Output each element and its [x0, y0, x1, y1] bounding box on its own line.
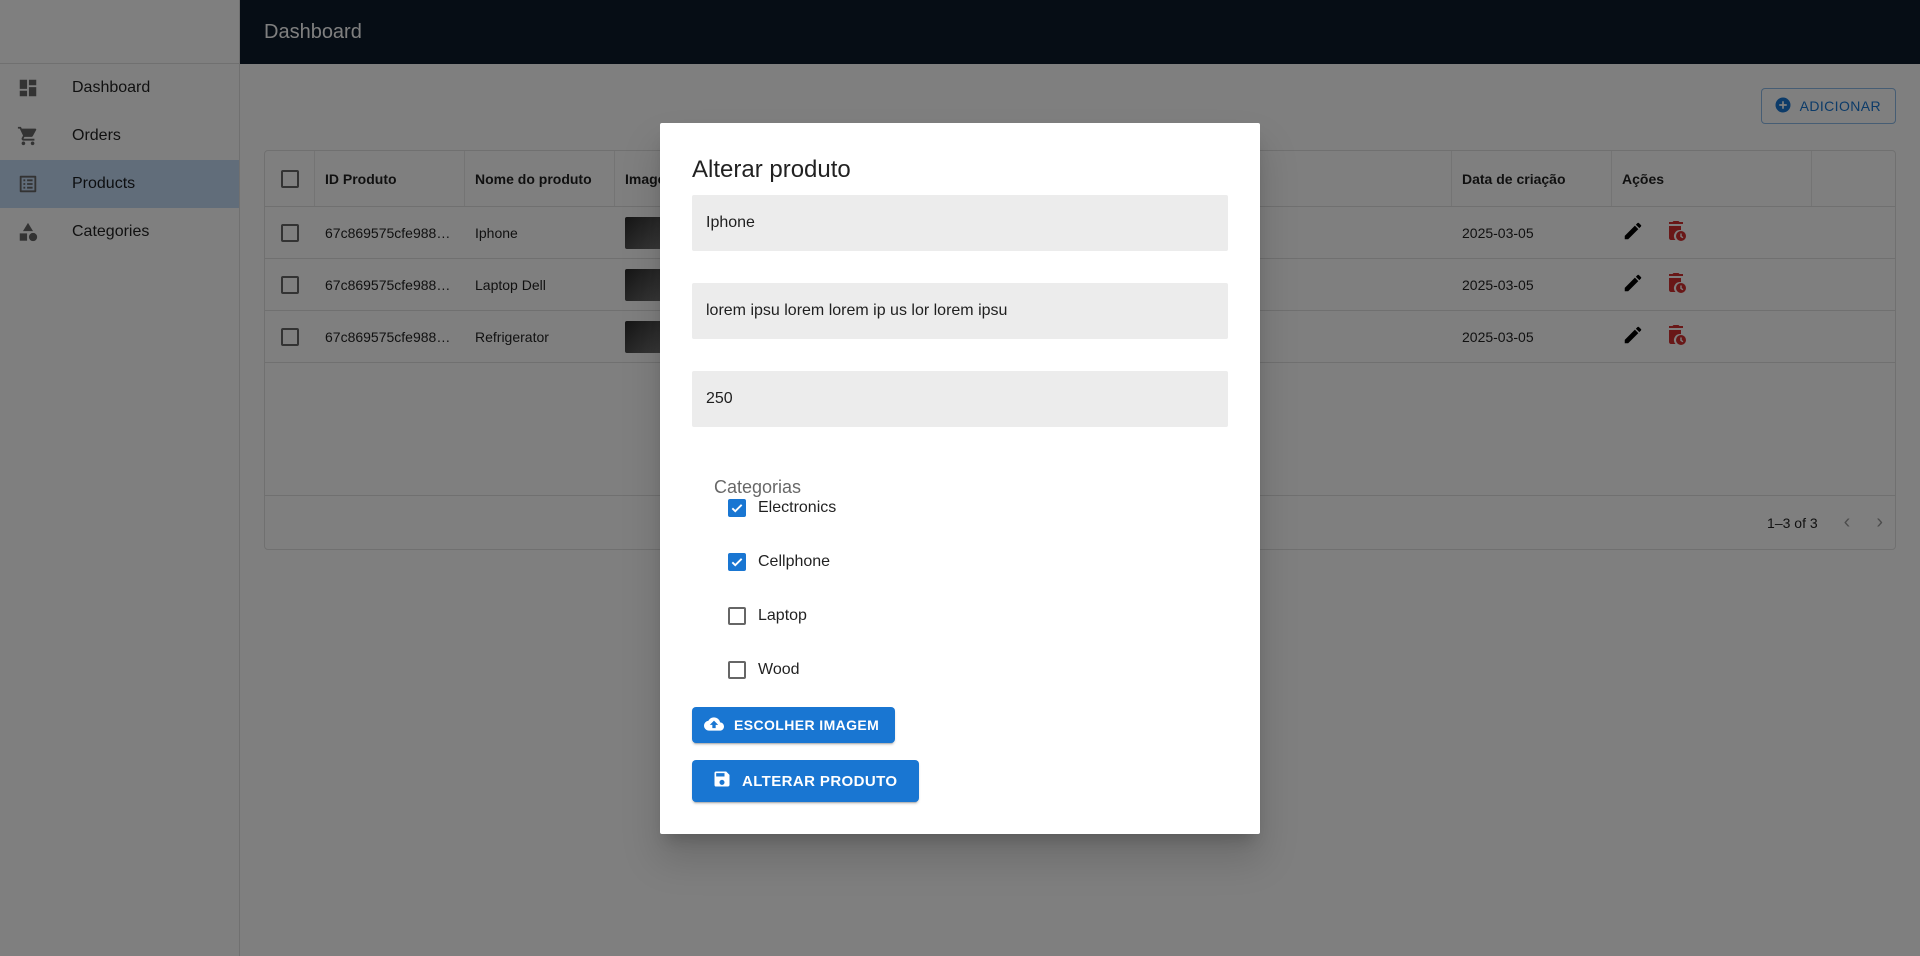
- save-icon: [712, 769, 732, 793]
- checkbox-unchecked[interactable]: [728, 661, 746, 679]
- update-product-label: ALTERAR PRODUTO: [742, 772, 898, 790]
- categories-label: Categorias: [714, 477, 802, 497]
- edit-product-dialog: Alterar produto Categorias Electronics C…: [660, 123, 1260, 834]
- check-icon: [731, 558, 743, 567]
- checkbox-checked[interactable]: [728, 499, 746, 517]
- checkbox-checked[interactable]: [728, 553, 746, 571]
- category-label: Electronics: [758, 499, 837, 516]
- category-wood[interactable]: Wood: [728, 661, 800, 679]
- checkbox-unchecked[interactable]: [728, 607, 746, 625]
- product-price-input[interactable]: [692, 371, 1228, 427]
- check-icon: [731, 504, 743, 513]
- category-label: Wood: [758, 661, 800, 678]
- choose-image-button[interactable]: ESCOLHER IMAGEM: [692, 707, 896, 743]
- category-electronics[interactable]: Electronics: [728, 499, 836, 517]
- product-name-input[interactable]: [692, 195, 1228, 251]
- cloud-upload-icon: [704, 714, 724, 737]
- dialog-title: Alterar produto: [692, 156, 851, 183]
- category-cellphone[interactable]: Cellphone: [728, 553, 830, 571]
- product-description-input[interactable]: [692, 283, 1228, 339]
- category-laptop[interactable]: Laptop: [728, 607, 807, 625]
- category-label: Cellphone: [758, 553, 831, 570]
- update-product-button[interactable]: ALTERAR PRODUTO: [692, 760, 920, 802]
- choose-image-label: ESCOLHER IMAGEM: [734, 717, 880, 733]
- category-label: Laptop: [758, 607, 807, 624]
